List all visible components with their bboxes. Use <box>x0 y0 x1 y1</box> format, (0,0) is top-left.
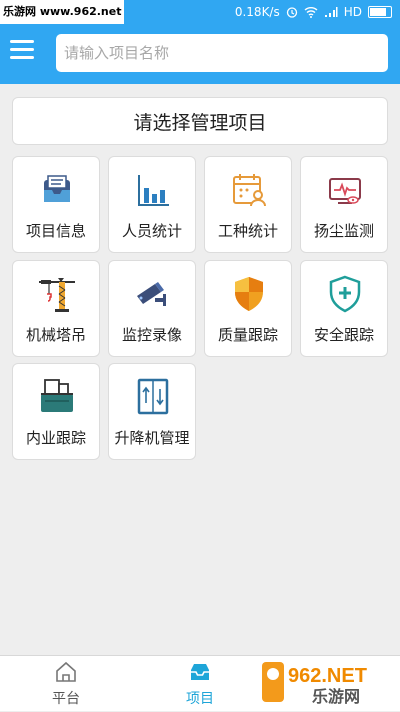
watermark-logo: 962.NET 乐游网 <box>262 662 367 706</box>
network-speed: 0.18K/s <box>234 5 280 19</box>
tile-label: 安全跟踪 <box>313 326 374 344</box>
tile-project-info[interactable]: 项目信息 <box>12 156 100 253</box>
tile-label: 质量跟踪 <box>217 326 278 344</box>
network-type: HD <box>343 5 362 19</box>
select-project-button[interactable]: 请选择管理项目 <box>12 97 388 145</box>
tab-platform[interactable]: 平台 <box>16 656 116 712</box>
tile-label: 人员统计 <box>121 222 182 240</box>
status-icons: 0.18K/s HD <box>235 0 392 24</box>
wifi-icon <box>304 7 318 18</box>
tab-project-label: 项目 <box>186 691 214 707</box>
inbox-icon <box>44 175 70 202</box>
tab-platform-label: 平台 <box>52 691 80 707</box>
tile-tower-crane[interactable]: 机械塔吊 <box>12 260 100 357</box>
tile-label: 项目信息 <box>25 222 86 240</box>
tile-safety-tracking[interactable]: 安全跟踪 <box>300 260 388 357</box>
signal-icon <box>324 7 338 17</box>
monitor-pulse-icon <box>329 178 361 204</box>
search-input[interactable] <box>56 34 388 72</box>
tile-office-tracking[interactable]: 内业跟踪 <box>12 363 100 460</box>
alarm-icon <box>286 7 297 18</box>
tile-trade-stats[interactable]: 工种统计 <box>204 156 292 253</box>
tile-dust-monitor[interactable]: 扬尘监测 <box>300 156 388 253</box>
bar-chart-icon <box>138 175 169 206</box>
battery-icon <box>368 6 392 18</box>
home-icon <box>56 661 76 682</box>
tower-crane-icon <box>39 278 75 312</box>
cctv-camera-icon <box>137 282 166 306</box>
tile-label: 升降机管理 <box>114 429 190 447</box>
box-tracking-icon <box>41 379 73 412</box>
watermark-logo-top: 962.NET <box>288 665 367 687</box>
elevator-icon <box>137 378 169 415</box>
tile-label: 扬尘监测 <box>313 222 374 240</box>
menu-icon[interactable] <box>10 40 34 62</box>
inbox-tray-icon <box>191 664 209 680</box>
tile-elevator-management[interactable]: 升降机管理 <box>108 363 196 460</box>
tile-label: 监控录像 <box>121 326 182 344</box>
quality-shield-icon <box>235 277 263 311</box>
select-project-label: 请选择管理项目 <box>133 111 267 134</box>
watermark-logo-bottom: 乐游网 <box>312 687 360 706</box>
watermark-text: 乐游网 www.962.net <box>0 0 125 24</box>
tile-label: 工种统计 <box>217 222 278 240</box>
calendar-person-icon <box>233 174 266 207</box>
tile-quality-tracking[interactable]: 质量跟踪 <box>204 260 292 357</box>
tile-cctv[interactable]: 监控录像 <box>108 260 196 357</box>
header <box>0 24 400 84</box>
tile-label: 机械塔吊 <box>25 326 86 344</box>
tile-label: 内业跟踪 <box>25 429 86 447</box>
tab-project[interactable]: 项目 <box>150 656 250 712</box>
tile-personnel-stats[interactable]: 人员统计 <box>108 156 196 253</box>
safety-shield-icon <box>329 275 361 313</box>
status-bar: 乐游网 www.962.net 0.18K/s HD <box>0 0 400 24</box>
